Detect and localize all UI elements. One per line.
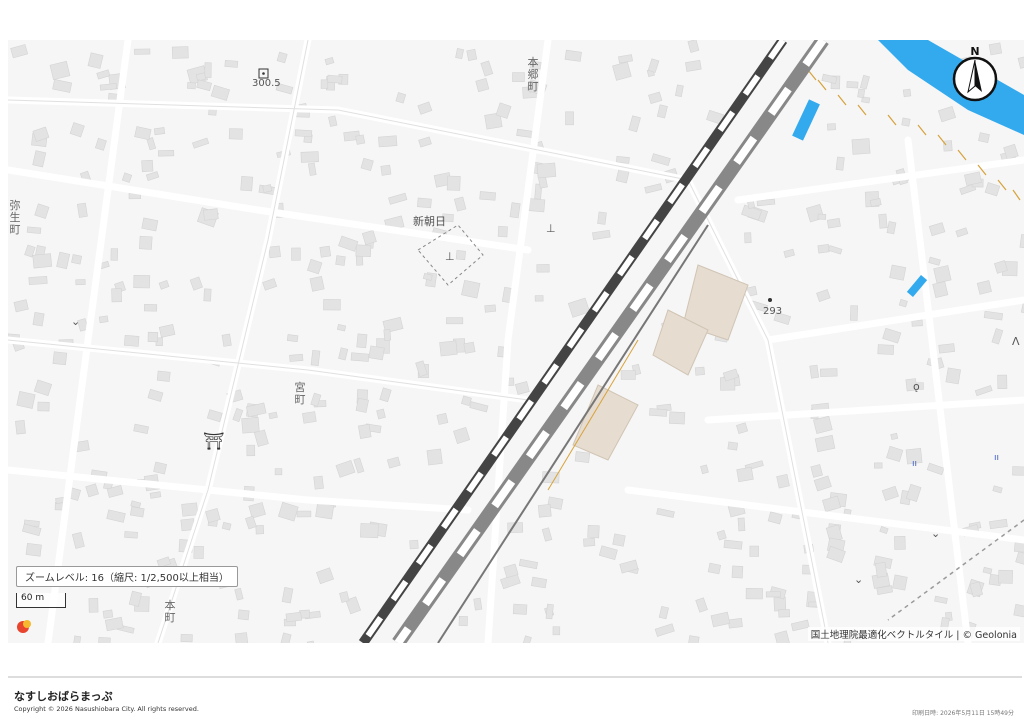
- svg-text:ıı: ıı: [994, 453, 999, 463]
- footer-divider: [8, 676, 1022, 678]
- svg-text:⌄: ⌄: [71, 315, 80, 328]
- scale-bar: 60 m: [16, 593, 66, 608]
- shrine-icon: ⛩: [203, 432, 225, 452]
- geolonia-logo-icon[interactable]: [16, 618, 32, 634]
- elevation-293: 293: [763, 306, 783, 317]
- map-base-layer: ⊥ ⊥ ⌄ ⌄ ⌄ ǫ ᐱ ıı ıı ⛩: [8, 40, 1024, 643]
- zoom-level-indicator: ズームレベル: 16（縮尺: 1/2,500以上相当）: [16, 566, 238, 587]
- area-label-hongo: 本郷町: [527, 56, 539, 93]
- footer-title: なすしおばらまっぷ: [14, 690, 113, 703]
- area-label-miya: 宮町: [294, 381, 306, 406]
- compass-icon[interactable]: N: [951, 44, 999, 102]
- elevation-300: 300.5: [252, 78, 281, 89]
- compass-letter: N: [970, 45, 979, 58]
- area-label-hon: 本町: [164, 599, 176, 624]
- area-label-shinasahi: 新朝日: [413, 215, 446, 228]
- svg-text:⊥: ⊥: [445, 250, 455, 263]
- svg-text:ıı: ıı: [912, 459, 917, 469]
- svg-text:⌄: ⌄: [854, 573, 863, 586]
- map-canvas[interactable]: ⊥ ⊥ ⌄ ⌄ ⌄ ǫ ᐱ ıı ıı ⛩ 300.5 293 本郷町 弥生町 …: [8, 40, 1024, 643]
- svg-text:ǫ: ǫ: [913, 380, 920, 393]
- area-label-yayoi: 弥生町: [9, 199, 21, 236]
- footer-copyright: Copyright © 2026 Nasushiobara City. All …: [14, 705, 199, 713]
- svg-text:ᐱ: ᐱ: [1012, 335, 1020, 348]
- map-attribution[interactable]: 国土地理院最適化ベクトルタイル | © Geolonia: [807, 627, 1020, 641]
- footer-print-date: 印刷日時: 2026年5月11日 15時49分: [912, 710, 1014, 717]
- svg-text:⊥: ⊥: [546, 222, 556, 235]
- svg-text:⌄: ⌄: [931, 527, 940, 540]
